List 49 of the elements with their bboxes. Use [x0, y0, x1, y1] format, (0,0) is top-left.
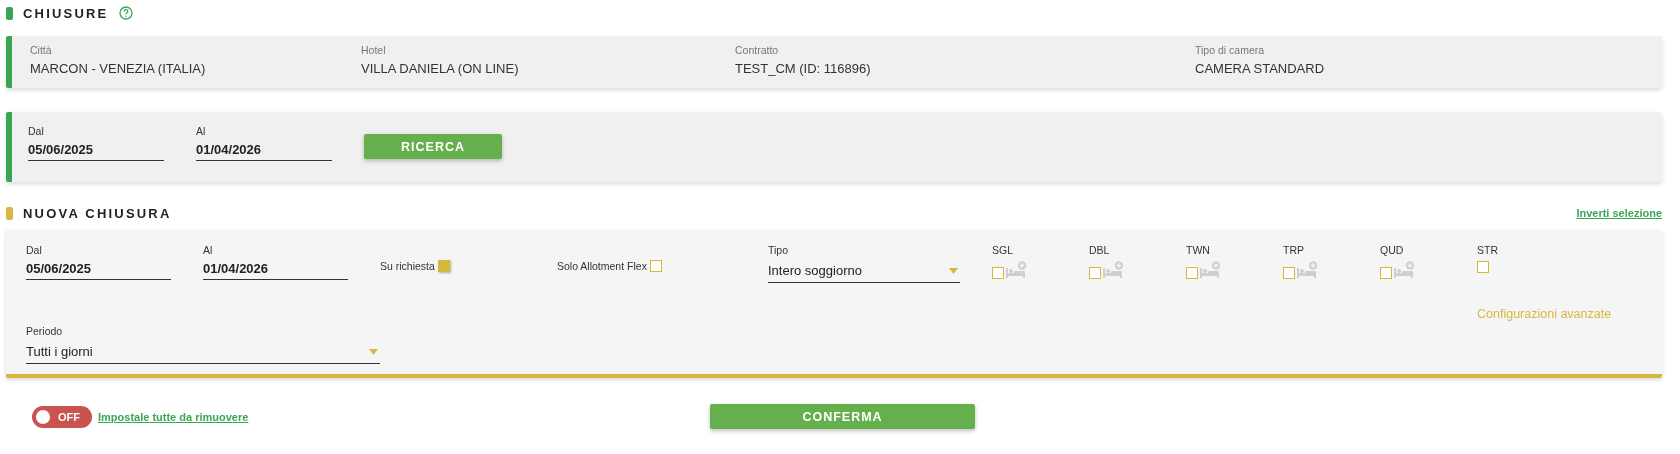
add-bed-icon[interactable]: [1006, 261, 1028, 279]
checkbox-label: Solo Allotment Flex: [557, 260, 647, 272]
field-value: MARCON - VENEZIA (ITALIA): [30, 61, 207, 76]
section-marker: [6, 6, 13, 20]
section-title: NUOVA CHIUSURA: [23, 205, 172, 221]
field-label: Al: [196, 125, 207, 137]
add-bed-icon[interactable]: [1394, 261, 1416, 279]
field-label: Dal: [28, 125, 45, 137]
room-type-label: TWN: [1186, 244, 1211, 256]
help-icon[interactable]: [118, 6, 133, 20]
field-label: Città: [30, 44, 53, 56]
caret-icon: [369, 348, 378, 355]
toggle-switch[interactable]: OFF: [32, 405, 92, 428]
field-label: Periodo: [26, 325, 64, 337]
checkbox[interactable]: [992, 267, 1004, 279]
add-bed-icon[interactable]: [1200, 261, 1222, 279]
checkbox[interactable]: [649, 260, 662, 272]
date-field[interactable]: 01/04/2026: [196, 142, 332, 161]
checkbox[interactable]: [1477, 261, 1489, 273]
section-marker: [6, 206, 13, 220]
room-type-label: TRP: [1283, 244, 1305, 256]
type-dropdown[interactable]: Intero soggiorno: [768, 261, 960, 283]
field-value: TEST_CM (ID: 116896): [735, 61, 872, 76]
field-label: Al: [203, 244, 214, 256]
field-label: Hotel: [361, 44, 387, 56]
checkbox[interactable]: [1089, 267, 1101, 279]
field-label: Tipo: [768, 244, 790, 256]
room-type-label: QUD: [1380, 244, 1405, 256]
field-value: CAMERA STANDARD: [1195, 61, 1326, 76]
checkbox-label: Su richiesta: [380, 260, 435, 272]
add-bed-icon[interactable]: [1103, 261, 1125, 279]
room-type-label: DBL: [1089, 244, 1111, 256]
add-bed-icon[interactable]: [1297, 261, 1319, 279]
field-label: Tipo di camera: [1195, 44, 1266, 56]
field-value: VILLA DANIELA (ON LINE): [361, 61, 520, 76]
checkbox[interactable]: [1283, 267, 1295, 279]
period-dropdown[interactable]: Tutti i giorni: [26, 342, 380, 364]
checkbox[interactable]: [1186, 267, 1198, 279]
checkbox[interactable]: [1380, 267, 1392, 279]
field-label: Dal: [26, 244, 43, 256]
checkbox[interactable]: [437, 260, 450, 272]
room-type-label: STR: [1477, 244, 1499, 256]
caret-icon: [949, 267, 958, 274]
room-type-label: SGL: [992, 244, 1014, 256]
date-field[interactable]: 01/04/2026: [203, 261, 348, 280]
section-title: CHIUSURE: [23, 5, 109, 21]
date-field[interactable]: 05/06/2025: [26, 261, 171, 280]
field-label: Contratto: [735, 44, 780, 56]
date-field[interactable]: 05/06/2025: [28, 142, 164, 161]
